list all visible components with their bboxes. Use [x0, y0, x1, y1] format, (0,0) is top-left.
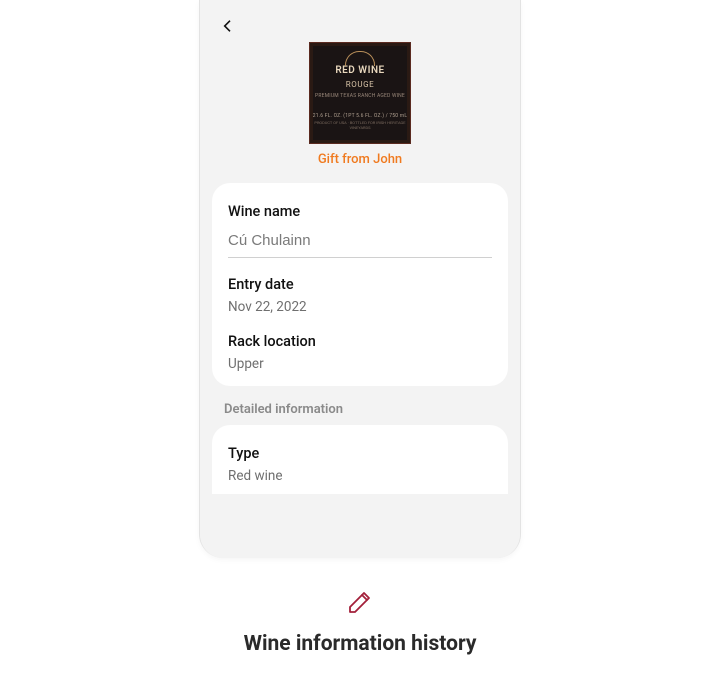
entry-date-value: Nov 22, 2022: [228, 299, 492, 315]
type-value: Red wine: [228, 468, 492, 484]
footer-title: Wine information history: [244, 632, 477, 656]
phone-frame: RED WINE ROUGE PREMIUM TEXAS RANCH AGED …: [199, 0, 521, 558]
section-header-detailed: Detailed information: [200, 398, 520, 425]
wine-label-image[interactable]: RED WINE ROUGE PREMIUM TEXAS RANCH AGED …: [309, 42, 411, 144]
wine-name-input[interactable]: [228, 226, 492, 258]
wine-label-line3: PREMIUM TEXAS RANCH AGED WINE: [315, 93, 405, 99]
back-button[interactable]: [214, 12, 242, 40]
pencil-icon: [344, 586, 376, 618]
entry-date-label: Entry date: [228, 276, 492, 293]
entry-date-field[interactable]: Entry date Nov 22, 2022: [228, 270, 492, 327]
wine-label-line4: 21.6 FL. OZ. (1PT 5.6 FL. OZ.) / 750 mL: [313, 113, 407, 119]
rack-location-field[interactable]: Rack location Upper: [228, 327, 492, 378]
wine-name-field[interactable]: Wine name: [228, 197, 492, 270]
wine-label-line1: RED WINE: [335, 65, 384, 76]
caption-text[interactable]: Gift from John: [318, 152, 402, 167]
rack-location-label: Rack location: [228, 333, 492, 350]
type-field[interactable]: Type Red wine: [228, 439, 492, 490]
wine-label-line5: PRODUCT OF USA · BOTTLED FOR IRISH HERIT…: [310, 120, 410, 130]
main-info-card: Wine name Entry date Nov 22, 2022 Rack l…: [212, 183, 508, 386]
detailed-info-card: Type Red wine: [212, 425, 508, 494]
wine-name-label: Wine name: [228, 203, 492, 220]
chevron-left-icon: [220, 18, 236, 34]
type-label: Type: [228, 445, 492, 462]
wine-label-line2: ROUGE: [346, 80, 375, 89]
rack-location-value: Upper: [228, 356, 492, 372]
